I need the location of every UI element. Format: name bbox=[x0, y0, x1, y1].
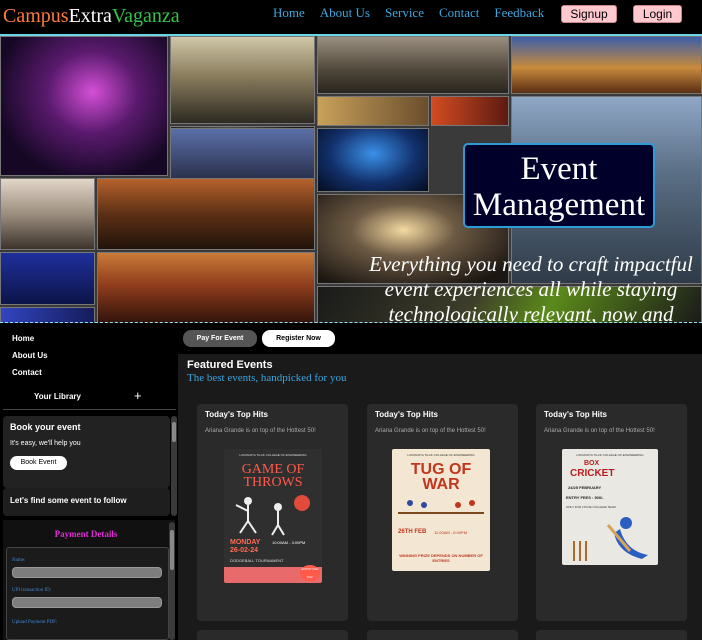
poster-college: LOKMANYA TILAK COLLEGE OF ENGINEERING bbox=[239, 453, 307, 457]
hero-collage: Event Management Everything you need to … bbox=[0, 34, 702, 323]
library-label: Your Library bbox=[34, 392, 81, 401]
main-content: Pay For Event Register Now Featured Even… bbox=[178, 323, 702, 640]
add-library-icon[interactable]: + bbox=[134, 388, 142, 403]
payment-panel: Payment Details Name: UPI transaction ID… bbox=[3, 520, 175, 640]
payment-form: Name: UPI transaction ID: Upload Payment… bbox=[6, 547, 169, 640]
sidebar-scrollbar-thumb[interactable] bbox=[172, 422, 176, 442]
upi-label: UPI transaction ID: bbox=[12, 588, 52, 593]
nav-about-us[interactable]: About Us bbox=[320, 5, 370, 21]
poster-date: 24/25 FEBRUARY bbox=[568, 485, 602, 490]
payment-scrollbar[interactable] bbox=[169, 522, 175, 640]
pay-for-event-button[interactable]: Pay For Event bbox=[183, 330, 257, 347]
cricketer-illustration bbox=[573, 517, 648, 561]
event-card[interactable]: Today's Top Hits Ariana Grande is on top… bbox=[197, 404, 348, 621]
players-illustration bbox=[235, 495, 310, 536]
event-card-partial[interactable] bbox=[536, 630, 687, 640]
hero-photo-seminar bbox=[170, 128, 315, 181]
hero-photo-stage-blue bbox=[0, 307, 95, 323]
event-card[interactable]: Today's Top Hits Ariana Grande is on top… bbox=[367, 404, 518, 621]
sidebar-item-home[interactable]: Home bbox=[0, 333, 178, 350]
book-event-subtitle: It's easy, we'll help you bbox=[10, 440, 81, 447]
hero-title-line-2: Management bbox=[472, 187, 646, 223]
payment-scrollbar-thumb[interactable] bbox=[170, 530, 174, 570]
brand-part-3: Vaganza bbox=[111, 5, 180, 27]
hero-photo-lecture bbox=[97, 178, 315, 250]
poster-title-2: WAR bbox=[422, 476, 460, 493]
payment-title: Payment Details bbox=[54, 529, 118, 539]
navbar: CampusExtraVaganza Home About Us Service… bbox=[0, 0, 702, 34]
poster-college: LOKMANYA TILAK COLLEGE OF ENGINEERING bbox=[576, 453, 644, 457]
follow-text: Let's find some event to follow bbox=[10, 496, 127, 505]
poster-entry: ENTRY FEES : 500/- bbox=[566, 495, 604, 500]
register-now-button[interactable]: Register Now bbox=[262, 330, 335, 347]
sidebar: Home About Us Contact Your Library + Boo… bbox=[0, 323, 178, 640]
poster-sport: DODGEBALL TOURNAMENT bbox=[230, 558, 284, 563]
poster-title-1: BOX bbox=[584, 460, 600, 467]
card-title: Today's Top Hits bbox=[205, 410, 268, 419]
poster-date: MONDAY 26-02-24 bbox=[230, 539, 261, 554]
hero-photo-conference-hall bbox=[170, 36, 315, 124]
name-label: Name: bbox=[12, 558, 26, 563]
nav-service[interactable]: Service bbox=[385, 5, 424, 21]
hero-photo-banquet bbox=[317, 96, 429, 126]
brand-part-2: Extra bbox=[68, 5, 112, 27]
hero-title-box: Event Management bbox=[463, 143, 655, 228]
brand-logo[interactable]: CampusExtraVaganza bbox=[3, 5, 180, 28]
event-card-partial[interactable] bbox=[367, 630, 518, 640]
hero-title-line-1: Event bbox=[520, 151, 598, 187]
event-card[interactable]: Today's Top Hits Ariana Grande is on top… bbox=[536, 404, 687, 621]
poster-prize: WINNING PRIZE DEPENDS ON NUMBER OF ENTRI… bbox=[399, 553, 483, 563]
poster-note: ONLY FOR LTCOE COLLEGE TEAM bbox=[566, 505, 616, 509]
featured-subtitle: The best events, handpicked for you bbox=[187, 372, 347, 384]
poster-box-cricket[interactable]: LOKMANYA TILAK COLLEGE OF ENGINEERING BO… bbox=[562, 449, 658, 565]
card-subtitle: Ariana Grande is on top of the Hottest 5… bbox=[544, 428, 655, 434]
poster-date: 26TH FEB bbox=[398, 529, 427, 535]
book-event-title: Book your event bbox=[10, 422, 81, 432]
sidebar-nav: Home About Us Contact bbox=[0, 323, 178, 384]
poster-title-2: CRICKET bbox=[570, 468, 615, 479]
poster-college: LOKMANYA TILAK COLLEGE OF ENGINEERING bbox=[407, 453, 475, 457]
card-subtitle: Ariana Grande is on top of the Hottest 5… bbox=[375, 428, 486, 434]
sidebar-scrollbar[interactable] bbox=[171, 416, 177, 516]
hero-photo-dancers bbox=[97, 252, 315, 323]
name-input[interactable] bbox=[12, 567, 162, 578]
hero-photo-dance-show bbox=[0, 252, 95, 305]
hero-photo-wedding bbox=[0, 178, 95, 250]
featured-title: Featured Events bbox=[187, 359, 273, 371]
poster-time: 10:00AM - 3:00PM bbox=[272, 540, 306, 545]
book-event-panel: Book your event It's easy, we'll help yo… bbox=[3, 416, 170, 488]
card-title: Today's Top Hits bbox=[375, 410, 438, 419]
poster-badge: ENTRY FEE 100/- bbox=[300, 565, 320, 581]
hero-tagline: Everything you need to craft impactful e… bbox=[369, 252, 693, 323]
brand-part-1: Campus bbox=[3, 5, 69, 27]
card-title: Today's Top Hits bbox=[544, 410, 607, 419]
hero-photo-theatre bbox=[511, 36, 702, 94]
poster-title: GAME OF THROWS bbox=[241, 462, 305, 490]
follow-panel: Let's find some event to follow bbox=[3, 488, 170, 516]
login-button[interactable]: Login bbox=[633, 5, 682, 23]
book-event-button[interactable]: Book Event bbox=[10, 456, 67, 470]
action-bar: Pay For Event Register Now bbox=[178, 323, 702, 354]
hero-photo-concert-stage bbox=[0, 36, 168, 176]
upload-label: Upload Payment PDF: bbox=[12, 620, 58, 625]
nav-feedback[interactable]: Feedback bbox=[494, 5, 544, 21]
event-card-partial[interactable] bbox=[197, 630, 348, 640]
sidebar-item-about-us[interactable]: About Us bbox=[0, 350, 178, 367]
signup-button[interactable]: Signup bbox=[561, 5, 617, 23]
sidebar-item-contact[interactable]: Contact bbox=[0, 367, 178, 384]
poster-time: 11:00AM - 6:00PM bbox=[434, 530, 468, 535]
hero-photo-auditorium bbox=[317, 36, 509, 94]
nav-links: Home About Us Service Contact Feedback bbox=[273, 5, 544, 21]
hero-photo-audience-blue bbox=[317, 128, 429, 192]
nav-home[interactable]: Home bbox=[273, 5, 305, 21]
poster-game-of-throws[interactable]: LOKMANYA TILAK COLLEGE OF ENGINEERING GA… bbox=[224, 449, 322, 583]
library-header: Your Library + bbox=[3, 385, 176, 410]
hero-photo-stage-lights bbox=[431, 96, 509, 126]
card-subtitle: Ariana Grande is on top of the Hottest 5… bbox=[205, 428, 316, 434]
nav-contact[interactable]: Contact bbox=[439, 5, 479, 21]
poster-tug-of-war[interactable]: LOKMANYA TILAK COLLEGE OF ENGINEERING TU… bbox=[392, 449, 490, 571]
tug-players-illustration bbox=[398, 500, 484, 514]
upi-input[interactable] bbox=[12, 597, 162, 608]
